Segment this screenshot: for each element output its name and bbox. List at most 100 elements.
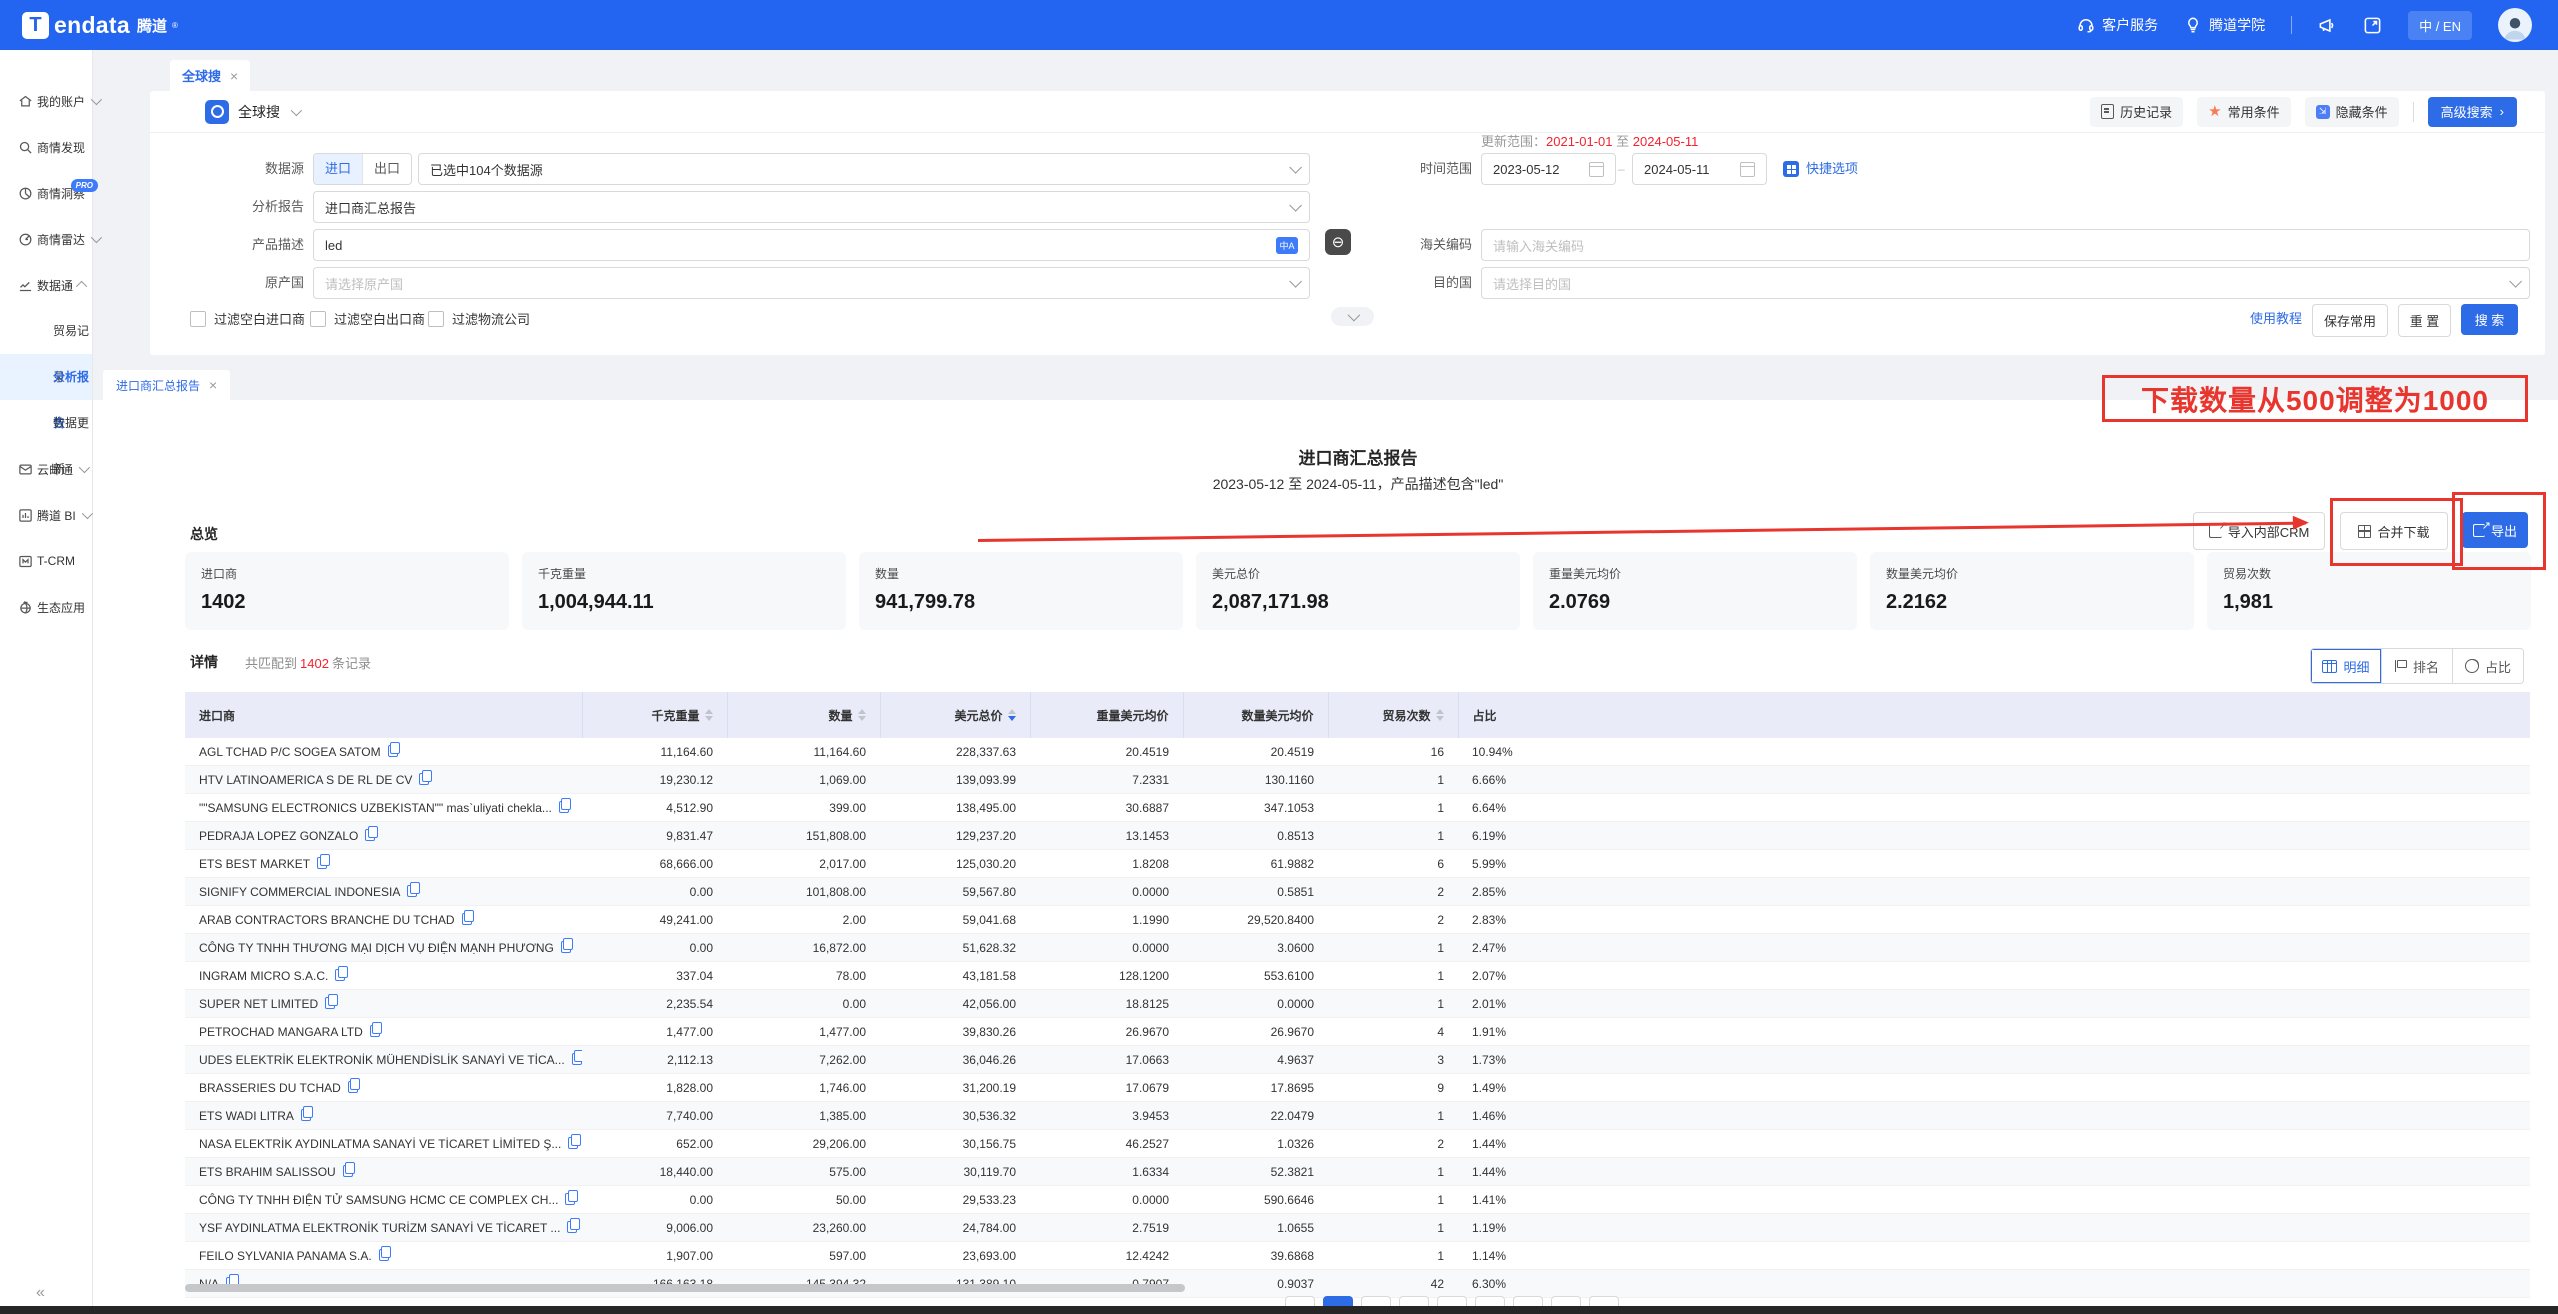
company-contact-icon[interactable] bbox=[317, 857, 327, 869]
table-row[interactable]: UDES ELEKTRİK ELEKTRONİK MÜHENDİSLİK SAN… bbox=[185, 1046, 2530, 1074]
quick-options-button[interactable]: 快捷选项 bbox=[1783, 153, 1858, 185]
sort-asc-icon[interactable] bbox=[1436, 709, 1444, 714]
megaphone-icon[interactable] bbox=[2318, 16, 2337, 35]
table-row[interactable]: ETS WADI LITRA7,740.001,385.0030,536.323… bbox=[185, 1102, 2530, 1130]
table-row[interactable]: PETROCHAD MANGARA LTD1,477.001,477.0039,… bbox=[185, 1018, 2530, 1046]
fullscreen-icon[interactable] bbox=[2363, 16, 2382, 35]
filter-blank-exporter-checkbox[interactable]: 过滤空白出口商 bbox=[310, 309, 425, 328]
table-row[interactable]: ETS BRAHIM SALISSOU18,440.00575.0030,119… bbox=[185, 1158, 2530, 1186]
sidebar-item-discovery[interactable]: 商情发现 bbox=[0, 124, 92, 170]
table-row[interactable]: PEDRAJA LOPEZ GONZALO9,831.47151,808.001… bbox=[185, 822, 2530, 850]
sort-desc-icon[interactable] bbox=[1008, 716, 1016, 721]
table-row[interactable]: BRASSERIES DU TCHAD1,828.001,746.0031,20… bbox=[185, 1074, 2530, 1102]
view-tab-排名[interactable]: 排名 bbox=[2381, 649, 2452, 683]
company-contact-icon[interactable] bbox=[462, 913, 472, 925]
dest-country-select[interactable]: 请选择目的国 bbox=[1481, 267, 2530, 299]
language-toggle[interactable]: 中 / EN bbox=[2408, 11, 2472, 40]
hide-conditions-button[interactable]: ⇲ 隐藏条件 bbox=[2305, 97, 2399, 127]
import-toggle[interactable]: 进口 bbox=[314, 154, 362, 184]
collapse-form-button[interactable] bbox=[1331, 307, 1374, 326]
table-row[interactable]: ARAB CONTRACTORS BRANCHE DU TCHAD49,241.… bbox=[185, 906, 2530, 934]
column-header-千克重量[interactable]: 千克重量 bbox=[582, 692, 727, 738]
exclude-keyword-icon[interactable]: ⊖ bbox=[1325, 229, 1351, 255]
sort-icons[interactable] bbox=[705, 709, 713, 721]
company-contact-icon[interactable] bbox=[572, 1053, 582, 1065]
sort-desc-icon[interactable] bbox=[858, 716, 866, 721]
table-row[interactable]: NASA ELEKTRİK AYDINLATMA SANAYİ VE TİCAR… bbox=[185, 1130, 2530, 1158]
table-row[interactable]: INGRAM MICRO S.A.C.337.0478.0043,181.581… bbox=[185, 962, 2530, 990]
table-row[interactable]: CÔNG TY TNHH THƯƠNG MẠI DỊCH VỤ ĐIỆN MẠN… bbox=[185, 934, 2530, 962]
company-contact-icon[interactable] bbox=[301, 1109, 311, 1121]
company-contact-icon[interactable] bbox=[388, 745, 398, 757]
history-button[interactable]: 历史记录 bbox=[2090, 97, 2183, 127]
company-contact-icon[interactable] bbox=[419, 773, 429, 785]
company-contact-icon[interactable] bbox=[365, 829, 375, 841]
sidebar-item-radar[interactable]: 商情雷达 bbox=[0, 216, 92, 262]
filter-logistics-checkbox[interactable]: 过滤物流公司 bbox=[428, 309, 530, 328]
sidebar-item-cloud-mail[interactable]: 云邮通 bbox=[0, 446, 92, 492]
reset-button[interactable]: 重 置 bbox=[2398, 304, 2451, 337]
search-mode-selector[interactable]: 全球搜 bbox=[205, 100, 299, 124]
save-favorite-button[interactable]: 保存常用 bbox=[2312, 304, 2388, 337]
sidebar-item-my-account[interactable]: 我的账户 bbox=[0, 78, 92, 124]
tutorial-link[interactable]: 使用教程 bbox=[2250, 304, 2302, 334]
table-row[interactable]: FEILO SYLVANIA PANAMA S.A.1,907.00597.00… bbox=[185, 1242, 2530, 1270]
report-type-select[interactable]: 进口商汇总报告 bbox=[313, 191, 1310, 223]
report-tab[interactable]: 进口商汇总报告 × bbox=[103, 370, 230, 400]
column-header-美元总价[interactable]: 美元总价 bbox=[880, 692, 1030, 738]
table-row[interactable]: ETS BEST MARKET68,666.002,017.00125,030.… bbox=[185, 850, 2530, 878]
sort-icons[interactable] bbox=[1436, 709, 1444, 721]
sort-icons[interactable] bbox=[858, 709, 866, 721]
data-source-select[interactable]: 已选中104个数据源 bbox=[418, 153, 1310, 185]
export-toggle[interactable]: 出口 bbox=[362, 154, 411, 184]
close-icon[interactable]: × bbox=[209, 378, 217, 392]
table-row[interactable]: AGL TCHAD P/C SOGEA SATOM11,164.6011,164… bbox=[185, 738, 2530, 766]
sort-asc-icon[interactable] bbox=[705, 709, 713, 714]
company-contact-icon[interactable] bbox=[335, 969, 345, 981]
column-header-数量[interactable]: 数量 bbox=[727, 692, 880, 738]
table-row[interactable]: CÔNG TY TNHH ĐIỆN TỬ SAMSUNG HCMC CE COM… bbox=[185, 1186, 2530, 1214]
close-icon[interactable]: × bbox=[230, 69, 238, 83]
table-row[interactable]: SUPER NET LIMITED2,235.540.0042,056.0018… bbox=[185, 990, 2530, 1018]
sidebar-item-data-update[interactable]: 数据更新 bbox=[0, 400, 92, 446]
academy-link[interactable]: 腾道学院 bbox=[2184, 15, 2265, 35]
customer-service-link[interactable]: 客户服务 bbox=[2077, 15, 2158, 35]
sidebar-item-t-crm[interactable]: T-CRM bbox=[0, 538, 92, 584]
company-contact-icon[interactable] bbox=[559, 801, 569, 813]
table-row[interactable]: YSF AYDINLATMA ELEKTRONİK TURİZM SANAYİ … bbox=[185, 1214, 2530, 1242]
date-from-input[interactable]: 2023-05-12 bbox=[1481, 153, 1616, 185]
origin-country-select[interactable]: 请选择原产国 bbox=[313, 267, 1310, 299]
search-button[interactable]: 搜 索 bbox=[2461, 304, 2518, 335]
sidebar-item-eco-apps[interactable]: 生态应用 bbox=[0, 584, 92, 630]
workspace-tab-global-search[interactable]: 全球搜 × bbox=[170, 60, 250, 91]
filter-blank-importer-checkbox[interactable]: 过滤空白进口商 bbox=[190, 309, 305, 328]
sidebar-item-data-hub[interactable]: 数据通 bbox=[0, 262, 92, 308]
company-contact-icon[interactable] bbox=[325, 997, 335, 1009]
hs-code-input[interactable]: 请输入海关编码 bbox=[1481, 229, 2530, 261]
sort-asc-icon[interactable] bbox=[858, 709, 866, 714]
view-tab-占比[interactable]: 占比 bbox=[2452, 649, 2523, 683]
favorite-conditions-button[interactable]: ★ 常用条件 bbox=[2197, 97, 2290, 127]
sidebar-item-insight[interactable]: 商情洞察PRO bbox=[0, 170, 92, 216]
advanced-search-button[interactable]: 高级搜索 › bbox=[2428, 97, 2517, 127]
sidebar-item-analysis-report[interactable]: 分析报告 bbox=[0, 354, 92, 400]
sort-asc-icon[interactable] bbox=[1008, 709, 1016, 714]
sort-icons[interactable] bbox=[1008, 709, 1016, 721]
company-contact-icon[interactable] bbox=[343, 1165, 353, 1177]
sort-desc-icon[interactable] bbox=[705, 716, 713, 721]
avatar[interactable] bbox=[2498, 8, 2532, 42]
table-row[interactable]: ""SAMSUNG ELECTRONICS UZBEKISTAN"" mas`u… bbox=[185, 794, 2530, 822]
company-contact-icon[interactable] bbox=[379, 1249, 389, 1261]
view-tab-明细[interactable]: 明细 bbox=[2311, 649, 2381, 683]
horizontal-scrollbar[interactable] bbox=[185, 1284, 1185, 1292]
translate-icon[interactable]: 中A bbox=[1276, 237, 1298, 254]
company-contact-icon[interactable] bbox=[568, 1137, 578, 1149]
date-to-input[interactable]: 2024-05-11 bbox=[1632, 153, 1767, 185]
company-contact-icon[interactable] bbox=[567, 1221, 577, 1233]
column-header-贸易次数[interactable]: 贸易次数 bbox=[1328, 692, 1458, 738]
product-desc-input[interactable]: led 中A bbox=[313, 229, 1310, 261]
company-contact-icon[interactable] bbox=[348, 1081, 358, 1093]
company-contact-icon[interactable] bbox=[370, 1025, 380, 1037]
company-contact-icon[interactable] bbox=[561, 941, 571, 953]
sort-desc-icon[interactable] bbox=[1436, 716, 1444, 721]
